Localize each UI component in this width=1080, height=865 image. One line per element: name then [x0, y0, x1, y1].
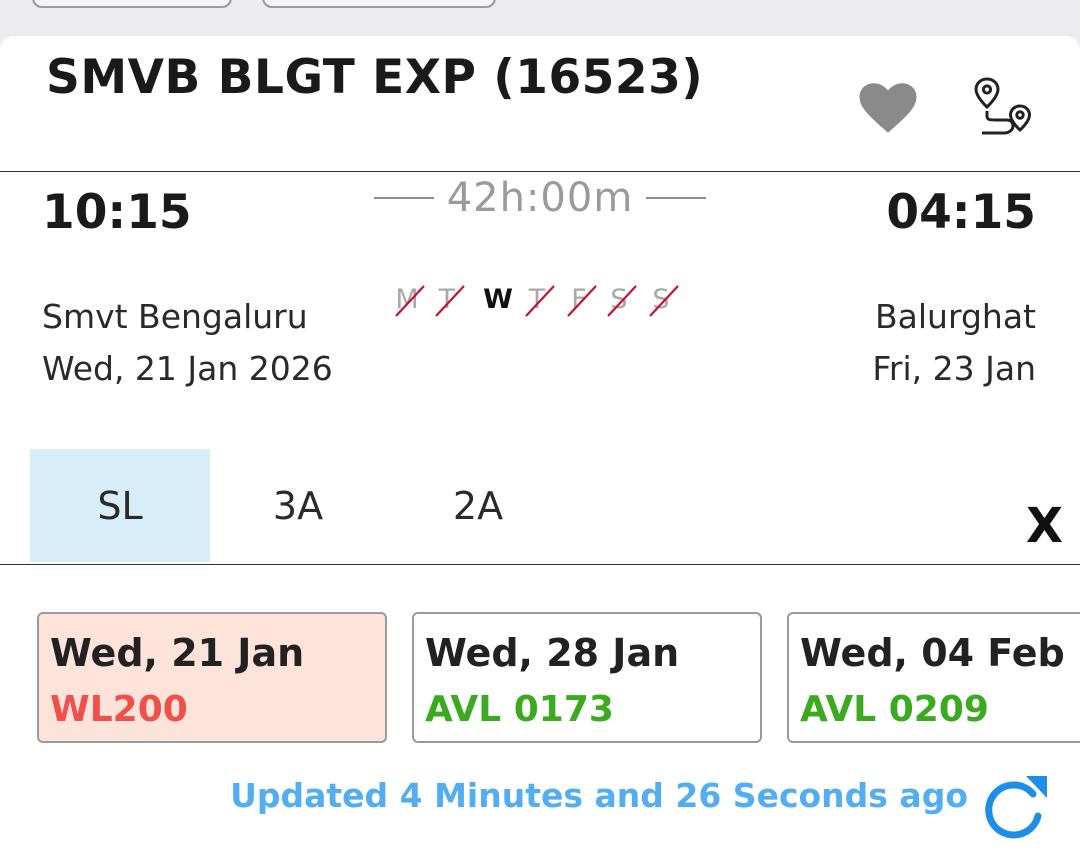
class-tab-2a[interactable]: 2A — [388, 449, 568, 562]
route-icon[interactable] — [970, 76, 1036, 140]
heart-icon[interactable] — [858, 82, 918, 134]
departure-time: 10:15 — [42, 185, 192, 240]
header-divider — [0, 171, 1080, 172]
availability-status: WL200 — [50, 689, 188, 730]
availability-status: AVL 0209 — [800, 689, 989, 730]
arrival-time: 04:15 — [886, 185, 1036, 240]
top-tab-left[interactable] — [32, 0, 232, 8]
from-date: Wed, 21 Jan 2026 — [42, 349, 333, 388]
top-tab-right[interactable] — [262, 0, 496, 8]
availability-date: Wed, 28 Jan — [425, 631, 680, 675]
close-button[interactable]: X — [1026, 498, 1063, 554]
class-tab-3a[interactable]: 3A — [208, 449, 388, 562]
last-updated-text: Updated 4 Minutes and 26 Seconds ago — [230, 776, 968, 815]
day-sun: S — [646, 278, 679, 322]
journey-duration: 42h:00m — [374, 175, 706, 221]
to-date: Fri, 23 Jan — [872, 349, 1036, 388]
day-wed: W — [483, 284, 513, 315]
availability-card-28-jan[interactable]: Wed, 28 Jan AVL 0173 — [412, 612, 762, 743]
day-sat: S — [604, 278, 637, 322]
from-station: Smvt Bengaluru — [42, 297, 308, 336]
availability-status: AVL 0173 — [425, 689, 614, 730]
availability-date: Wed, 21 Jan — [50, 631, 305, 675]
day-mon: M — [392, 278, 425, 322]
duration-text: 42h:00m — [446, 175, 634, 221]
refresh-icon[interactable] — [978, 772, 1050, 840]
availability-card-21-jan[interactable]: Wed, 21 Jan WL200 — [37, 612, 387, 743]
day-thu: T — [522, 278, 555, 322]
to-station: Balurghat — [875, 297, 1036, 336]
class-tab-sl[interactable]: SL — [30, 449, 210, 562]
day-fri: F — [564, 278, 597, 322]
availability-date: Wed, 04 Feb — [800, 631, 1065, 675]
availability-card-04-feb[interactable]: Wed, 04 Feb AVL 0209 — [787, 612, 1080, 743]
duration-line-left — [374, 197, 434, 199]
duration-line-right — [646, 197, 706, 199]
day-tue: T — [432, 278, 465, 322]
train-name: SMVB BLGT EXP (16523) — [46, 50, 704, 105]
class-divider — [0, 564, 1080, 565]
